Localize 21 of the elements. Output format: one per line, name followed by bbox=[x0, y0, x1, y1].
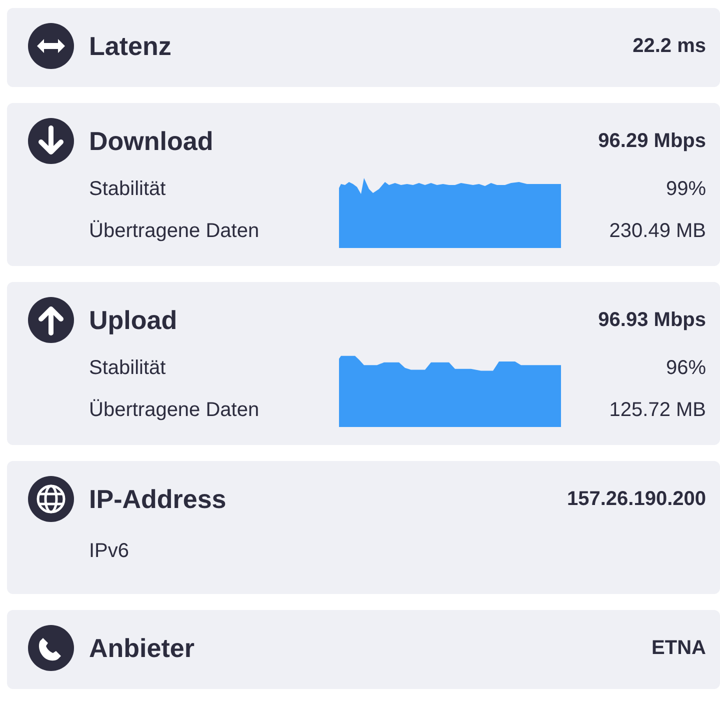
stat-label: Stabilität bbox=[89, 356, 167, 381]
stat-value: 125.72 MB bbox=[609, 398, 706, 423]
card-value: 96.29 Mbps bbox=[598, 130, 706, 152]
stat-label: Stabilität bbox=[89, 177, 167, 202]
card-value: ETNA bbox=[652, 636, 706, 660]
card-value: 157.26.190.200 bbox=[566, 488, 706, 510]
card-title: IP-Address bbox=[89, 484, 228, 514]
card-value: 22.2 ms bbox=[632, 34, 706, 58]
globe-icon bbox=[28, 476, 74, 522]
card-title: Download bbox=[89, 126, 214, 156]
stat-value: 230.49 MB bbox=[609, 219, 706, 244]
stat-label: Übertragene Daten bbox=[89, 219, 260, 244]
phone-icon bbox=[28, 625, 74, 671]
ip-version: IPv6 bbox=[89, 539, 130, 564]
card-title: Anbieter bbox=[89, 632, 196, 664]
card-title: Latenz bbox=[89, 30, 172, 62]
stat-label: Übertragene Daten bbox=[89, 398, 260, 423]
stat-value: 96% bbox=[666, 356, 706, 381]
card-value: 96.93 Mbps bbox=[598, 308, 706, 332]
stat-value: 99% bbox=[666, 177, 706, 202]
card-title: Upload bbox=[89, 304, 178, 336]
